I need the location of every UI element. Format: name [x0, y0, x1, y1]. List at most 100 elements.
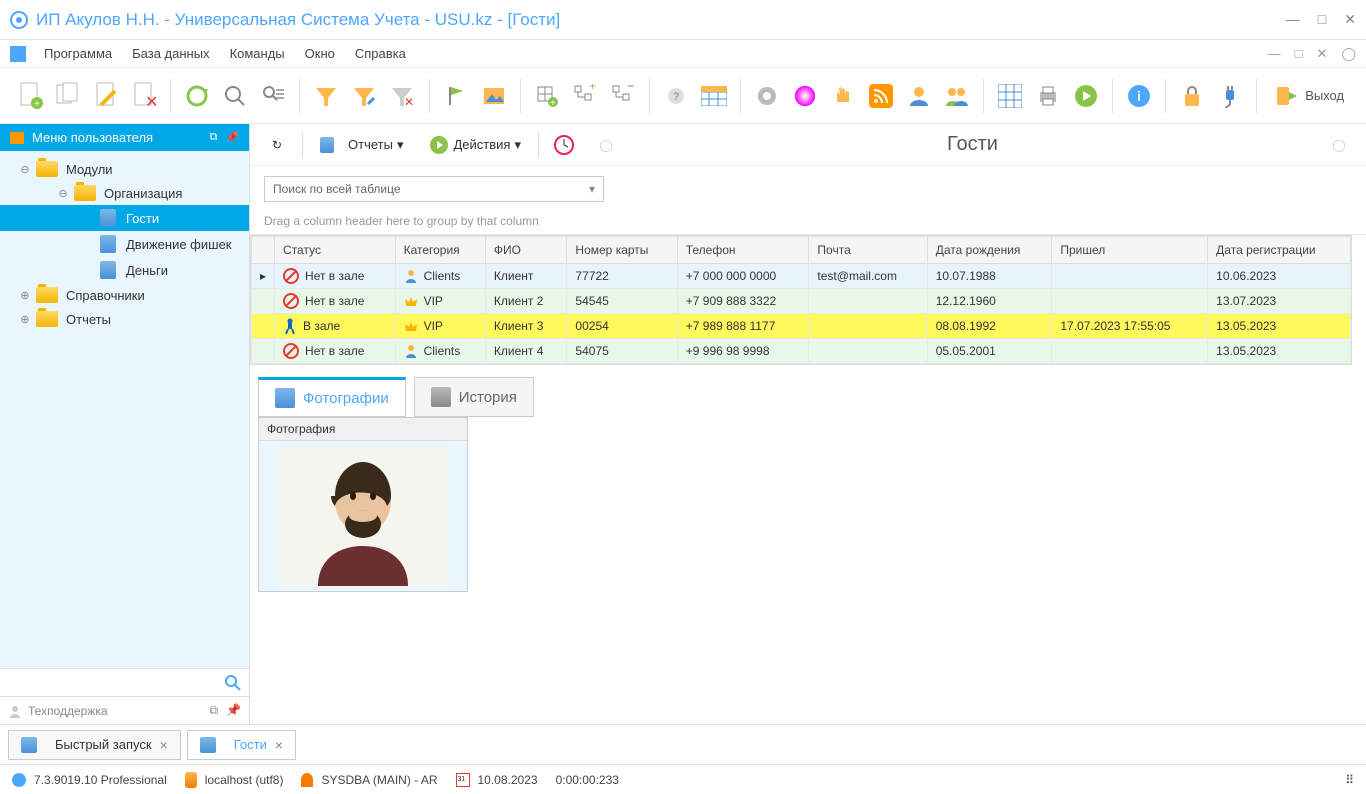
- search-icon[interactable]: [219, 79, 251, 113]
- support-pin-icon[interactable]: 📌: [226, 703, 241, 718]
- print-icon[interactable]: [1032, 79, 1064, 113]
- flag-icon[interactable]: [439, 79, 471, 113]
- photo-panel: Фотография: [258, 417, 468, 592]
- mdi-extra[interactable]: ◯: [1341, 46, 1356, 62]
- btab-guests[interactable]: Гости ×: [187, 730, 296, 760]
- info-dot-icon: [12, 773, 26, 787]
- lock-icon[interactable]: [1176, 79, 1208, 113]
- col-came[interactable]: Пришел: [1052, 237, 1208, 264]
- filter-icon[interactable]: [310, 79, 342, 113]
- new-doc-icon[interactable]: +: [14, 79, 46, 113]
- refresh-icon[interactable]: [181, 79, 213, 113]
- user-icon[interactable]: [903, 79, 935, 113]
- sidebar-popout-icon[interactable]: ⧉: [209, 131, 217, 144]
- group-hint[interactable]: Drag a column header here to group by th…: [250, 208, 1366, 235]
- expand-icon[interactable]: ⊕: [18, 313, 32, 326]
- folder-icon: [10, 132, 24, 144]
- tree-guests[interactable]: Гости: [0, 205, 249, 231]
- close-icon[interactable]: ×: [275, 737, 283, 753]
- search-icon[interactable]: [225, 675, 241, 691]
- tree-refs[interactable]: ⊕Справочники: [0, 283, 249, 307]
- tree-chips[interactable]: Движение фишек: [0, 231, 249, 257]
- file-icon: [100, 209, 116, 227]
- help-small-icon[interactable]: ?: [660, 79, 692, 113]
- sub-toolbar: ↻ Отчеты▾ Действия▾ ◯ Гости ◯: [250, 124, 1366, 166]
- col-status[interactable]: Статус: [275, 237, 396, 264]
- table-icon[interactable]: [698, 79, 730, 113]
- sidebar-pin-icon[interactable]: 📌: [225, 131, 239, 144]
- tab-history[interactable]: История: [414, 377, 534, 417]
- tree-organization[interactable]: ⊖Организация: [0, 181, 249, 205]
- tree-collapse-icon[interactable]: −: [607, 79, 639, 113]
- exit-button[interactable]: Выход: [1267, 80, 1352, 112]
- close-button[interactable]: ✕: [1344, 11, 1356, 28]
- users-icon[interactable]: [941, 79, 973, 113]
- table-row[interactable]: ▸ Нет в зале ClientsКлиент77722+7 000 00…: [252, 264, 1351, 289]
- color-icon[interactable]: [789, 79, 821, 113]
- tree-money[interactable]: Деньги: [0, 257, 249, 283]
- photo-image[interactable]: [259, 441, 467, 591]
- plug-icon[interactable]: [1214, 79, 1246, 113]
- menu-window[interactable]: Окно: [297, 44, 343, 63]
- btab-quick[interactable]: Быстрый запуск ×: [8, 730, 181, 760]
- mdi-close[interactable]: ✕: [1317, 46, 1328, 62]
- menu-database[interactable]: База данных: [124, 44, 217, 63]
- collapse-icon[interactable]: ⊖: [56, 187, 70, 200]
- rss-icon[interactable]: [865, 79, 897, 113]
- table-row[interactable]: Нет в зале VIPКлиент 254545+7 909 888 33…: [252, 289, 1351, 314]
- filter-edit-icon[interactable]: [348, 79, 380, 113]
- calendar-icon: [456, 773, 470, 787]
- content: ↻ Отчеты▾ Действия▾ ◯ Гости ◯ Поиск по в…: [250, 124, 1366, 724]
- hand-icon[interactable]: [827, 79, 859, 113]
- folder-icon: [36, 161, 58, 177]
- edit-doc-icon[interactable]: [90, 79, 122, 113]
- grid-header-row: Статус Категория ФИО Номер карты Телефон…: [252, 237, 1351, 264]
- mdi-minimize[interactable]: —: [1268, 46, 1281, 62]
- col-reg[interactable]: Дата регистрации: [1208, 237, 1351, 264]
- col-phone[interactable]: Телефон: [677, 237, 809, 264]
- menu-program[interactable]: Программа: [36, 44, 120, 63]
- close-icon[interactable]: ×: [160, 737, 168, 753]
- gear-icon[interactable]: [751, 79, 783, 113]
- collapse-icon[interactable]: ⊖: [18, 163, 32, 176]
- resize-grip-icon[interactable]: ⠿: [1345, 773, 1354, 787]
- menu-commands[interactable]: Команды: [222, 44, 293, 63]
- maximize-button[interactable]: □: [1318, 11, 1326, 28]
- play-icon: [429, 135, 449, 155]
- filter-clear-icon[interactable]: ✕: [386, 79, 418, 113]
- clock-icon[interactable]: [547, 128, 581, 162]
- col-card[interactable]: Номер карты: [567, 237, 677, 264]
- support-popout-icon[interactable]: ⧉: [209, 703, 218, 718]
- table-row[interactable]: В зале VIPКлиент 300254+7 989 888 117708…: [252, 314, 1351, 339]
- table-row[interactable]: Нет в зале ClientsКлиент 454075+9 996 98…: [252, 339, 1351, 364]
- tree-expand-icon[interactable]: +: [569, 79, 601, 113]
- sub-right-icon[interactable]: ◯: [1322, 128, 1356, 162]
- col-dob[interactable]: Дата рождения: [927, 237, 1052, 264]
- grid-add-icon[interactable]: +: [531, 79, 563, 113]
- expand-icon[interactable]: ⊕: [18, 289, 32, 302]
- search-list-icon[interactable]: [257, 79, 289, 113]
- tree-reports[interactable]: ⊕Отчеты: [0, 307, 249, 331]
- col-category[interactable]: Категория: [395, 237, 485, 264]
- app-icon: [10, 11, 28, 29]
- info-icon[interactable]: i: [1123, 79, 1155, 113]
- reports-button[interactable]: Отчеты▾: [311, 132, 412, 158]
- actions-button[interactable]: Действия▾: [420, 130, 530, 160]
- minimize-button[interactable]: —: [1286, 11, 1300, 28]
- col-mail[interactable]: Почта: [809, 237, 927, 264]
- sub-refresh-icon[interactable]: ↻: [260, 128, 294, 162]
- col-fio[interactable]: ФИО: [485, 237, 567, 264]
- go-icon[interactable]: [1070, 79, 1102, 113]
- image-icon[interactable]: [478, 79, 510, 113]
- support-panel[interactable]: Техподдержка ⧉📌: [0, 696, 249, 724]
- delete-doc-icon[interactable]: ✕: [128, 79, 160, 113]
- copy-doc-icon[interactable]: [52, 79, 84, 113]
- status-user: SYSDBA (MAIN) - AR: [321, 773, 437, 787]
- menu-help[interactable]: Справка: [347, 44, 414, 63]
- search-input[interactable]: Поиск по всей таблице: [264, 176, 604, 202]
- sub-extra-icon[interactable]: ◯: [589, 128, 623, 162]
- tree-modules[interactable]: ⊖Модули: [0, 157, 249, 181]
- tab-photos[interactable]: Фотографии: [258, 377, 406, 417]
- grid2-icon[interactable]: [994, 79, 1026, 113]
- mdi-restore[interactable]: □: [1295, 46, 1303, 62]
